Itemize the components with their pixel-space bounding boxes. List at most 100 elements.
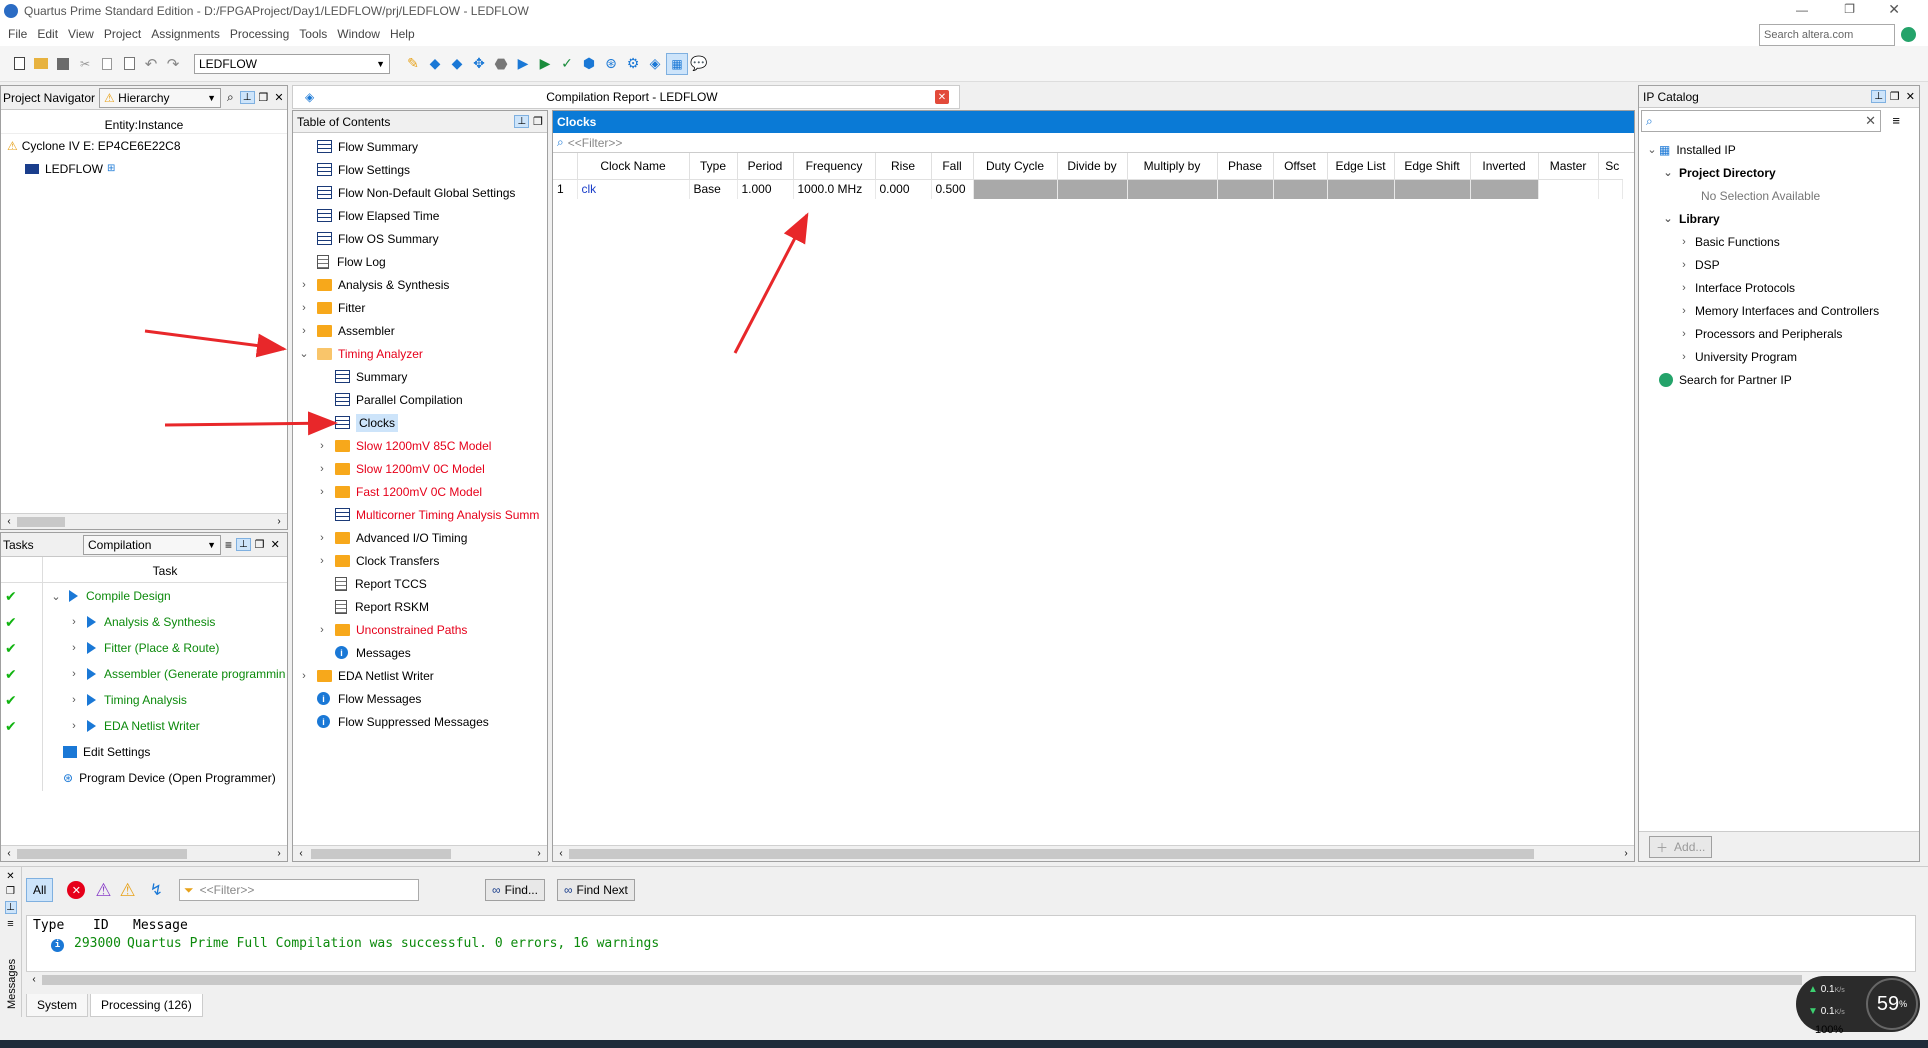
- clocks-filter-input[interactable]: ⌕ <<Filter>>: [553, 133, 1634, 153]
- play-icon[interactable]: [87, 720, 96, 732]
- toc-item[interactable]: › Assembler: [293, 319, 547, 342]
- ip-category-row[interactable]: › DSP: [1639, 253, 1919, 276]
- toc-item[interactable]: ⌄ Timing Analyzer: [293, 342, 547, 365]
- close-icon[interactable]: ✕: [271, 538, 280, 551]
- start-compilation-icon[interactable]: ▶: [512, 53, 534, 75]
- project-directory-row[interactable]: ⌄ Project Directory: [1639, 161, 1919, 184]
- tasks-hscroll[interactable]: ‹ ›: [1, 845, 287, 861]
- navigator-hscroll[interactable]: ‹ ›: [1, 513, 287, 529]
- toc-item[interactable]: Clocks: [293, 411, 547, 434]
- chevron-right-icon[interactable]: ›: [1677, 259, 1691, 271]
- column-header[interactable]: Fall: [931, 153, 974, 180]
- toc-item[interactable]: i Messages: [293, 641, 547, 664]
- chevron-right-icon[interactable]: ›: [67, 694, 81, 706]
- library-row[interactable]: ⌄ Library: [1639, 207, 1919, 230]
- chevron-right-icon[interactable]: ›: [297, 325, 311, 337]
- toc-item[interactable]: › Slow 1200mV 85C Model: [293, 434, 547, 457]
- task-row[interactable]: ✔ ⌄ Compile Design: [1, 583, 287, 609]
- menu-icon[interactable]: ≡: [0, 918, 21, 930]
- toc-item[interactable]: Flow Non-Default Global Settings: [293, 181, 547, 204]
- toc-item[interactable]: › Advanced I/O Timing: [293, 526, 547, 549]
- chevron-right-icon[interactable]: ›: [67, 616, 81, 628]
- toc-item[interactable]: Summary: [293, 365, 547, 388]
- column-header[interactable]: Type: [689, 153, 738, 180]
- clear-icon[interactable]: ✕: [1865, 113, 1876, 129]
- toc-item[interactable]: Report TCCS: [293, 572, 547, 595]
- netlist-viewer-icon[interactable]: ⬢: [578, 53, 600, 75]
- timing-analyzer-icon[interactable]: ✓: [556, 53, 578, 75]
- clocks-hscroll[interactable]: ‹ ›: [553, 845, 1634, 861]
- toc-item[interactable]: › Slow 1200mV 0C Model: [293, 457, 547, 480]
- column-header[interactable]: Divide by: [1057, 153, 1128, 180]
- minimize-icon[interactable]: —: [1796, 3, 1808, 17]
- chip-planner-icon[interactable]: ✥: [468, 53, 490, 75]
- menu-file[interactable]: File: [8, 27, 27, 41]
- task-row[interactable]: ⊛ Program Device (Open Programmer): [1, 765, 287, 791]
- float-icon[interactable]: ❐: [255, 538, 265, 551]
- chevron-right-icon[interactable]: ›: [315, 440, 329, 452]
- float-icon[interactable]: ❐: [533, 115, 543, 128]
- chevron-down-icon[interactable]: ⌄: [49, 590, 63, 603]
- column-header[interactable]: Multiply by: [1127, 153, 1218, 180]
- save-icon[interactable]: [52, 53, 74, 75]
- suppress-filter-icon[interactable]: ↯: [150, 880, 163, 900]
- chevron-right-icon[interactable]: ›: [315, 532, 329, 544]
- start-analysis-icon[interactable]: ▶: [534, 53, 556, 75]
- flow-select[interactable]: Compilation ▼: [83, 534, 221, 555]
- chevron-down-icon[interactable]: ⌄: [297, 347, 311, 360]
- search-altera-input[interactable]: Search altera.com: [1759, 24, 1895, 46]
- find-next-button[interactable]: ∞ Find Next: [556, 879, 635, 901]
- toc-item[interactable]: › Analysis & Synthesis: [293, 273, 547, 296]
- chip-icon[interactable]: ◈: [644, 53, 666, 75]
- column-header[interactable]: Frequency: [793, 153, 876, 180]
- find-button[interactable]: ∞ Find...: [485, 879, 545, 901]
- chevron-right-icon[interactable]: ›: [1677, 282, 1691, 294]
- partner-ip-row[interactable]: Search for Partner IP: [1639, 368, 1919, 391]
- column-header[interactable]: Period: [737, 153, 794, 180]
- settings-icon[interactable]: ◆: [446, 53, 468, 75]
- column-header[interactable]: [553, 153, 578, 180]
- toc-item[interactable]: › Fast 1200mV 0C Model: [293, 480, 547, 503]
- message-row[interactable]: i 293000 Quartus Prime Full Compilation …: [27, 934, 1915, 952]
- ip-category-row[interactable]: › University Program: [1639, 345, 1919, 368]
- float-icon[interactable]: ❐: [259, 91, 269, 104]
- float-icon[interactable]: ❐: [1890, 90, 1900, 103]
- menu-view[interactable]: View: [68, 27, 94, 41]
- chevron-right-icon[interactable]: ›: [315, 463, 329, 475]
- close-report-icon[interactable]: ✕: [935, 90, 949, 104]
- column-header[interactable]: Phase: [1217, 153, 1274, 180]
- open-file-icon[interactable]: [30, 53, 52, 75]
- pin-icon[interactable]: ⊥: [1871, 90, 1886, 103]
- chevron-right-icon[interactable]: ›: [1677, 305, 1691, 317]
- pin-icon[interactable]: ⊥: [4, 901, 17, 914]
- toc-item[interactable]: Report RSKM: [293, 595, 547, 618]
- messages-hscroll[interactable]: ‹: [26, 971, 1916, 987]
- ip-category-row[interactable]: › Memory Interfaces and Controllers: [1639, 299, 1919, 322]
- pin-icon[interactable]: ⊥: [236, 538, 251, 551]
- ip-search-input[interactable]: ⌕ ✕: [1641, 110, 1881, 132]
- ip-category-row[interactable]: › Interface Protocols: [1639, 276, 1919, 299]
- programmer-icon[interactable]: ⊛: [600, 53, 622, 75]
- restore-icon[interactable]: ❐: [1844, 2, 1855, 16]
- messages-filter-input[interactable]: ⏷ <<Filter>>: [179, 879, 420, 901]
- menu-processing[interactable]: Processing: [230, 27, 289, 41]
- toc-hscroll[interactable]: ‹ ›: [293, 845, 547, 861]
- report-tab-title[interactable]: Compilation Report - LEDFLOW: [546, 90, 717, 104]
- toc-item[interactable]: Flow Elapsed Time: [293, 204, 547, 227]
- task-row[interactable]: ✔ › Fitter (Place & Route): [1, 635, 287, 661]
- toc-item[interactable]: Flow Log: [293, 250, 547, 273]
- toc-item[interactable]: i Flow Messages: [293, 687, 547, 710]
- signaltap-icon[interactable]: ⚙: [622, 53, 644, 75]
- toc-item[interactable]: › EDA Netlist Writer: [293, 664, 547, 687]
- copy-icon[interactable]: [96, 53, 118, 75]
- table-row[interactable]: 1 clk Base 1.000 1000.0 MHz 0.000 0.500: [553, 179, 1623, 199]
- chevron-right-icon[interactable]: ›: [297, 279, 311, 291]
- ip-category-row[interactable]: › Processors and Peripherals: [1639, 322, 1919, 345]
- column-header[interactable]: Master: [1538, 153, 1599, 180]
- top-entity-row[interactable]: LEDFLOW ⊞: [1, 157, 287, 180]
- warning-filter-icon[interactable]: ⚠: [119, 880, 135, 901]
- menu-window[interactable]: Window: [337, 27, 380, 41]
- chevron-right-icon[interactable]: ›: [315, 555, 329, 567]
- close-icon[interactable]: ✕: [1906, 90, 1915, 103]
- project-select[interactable]: LEDFLOW ▼: [194, 53, 390, 74]
